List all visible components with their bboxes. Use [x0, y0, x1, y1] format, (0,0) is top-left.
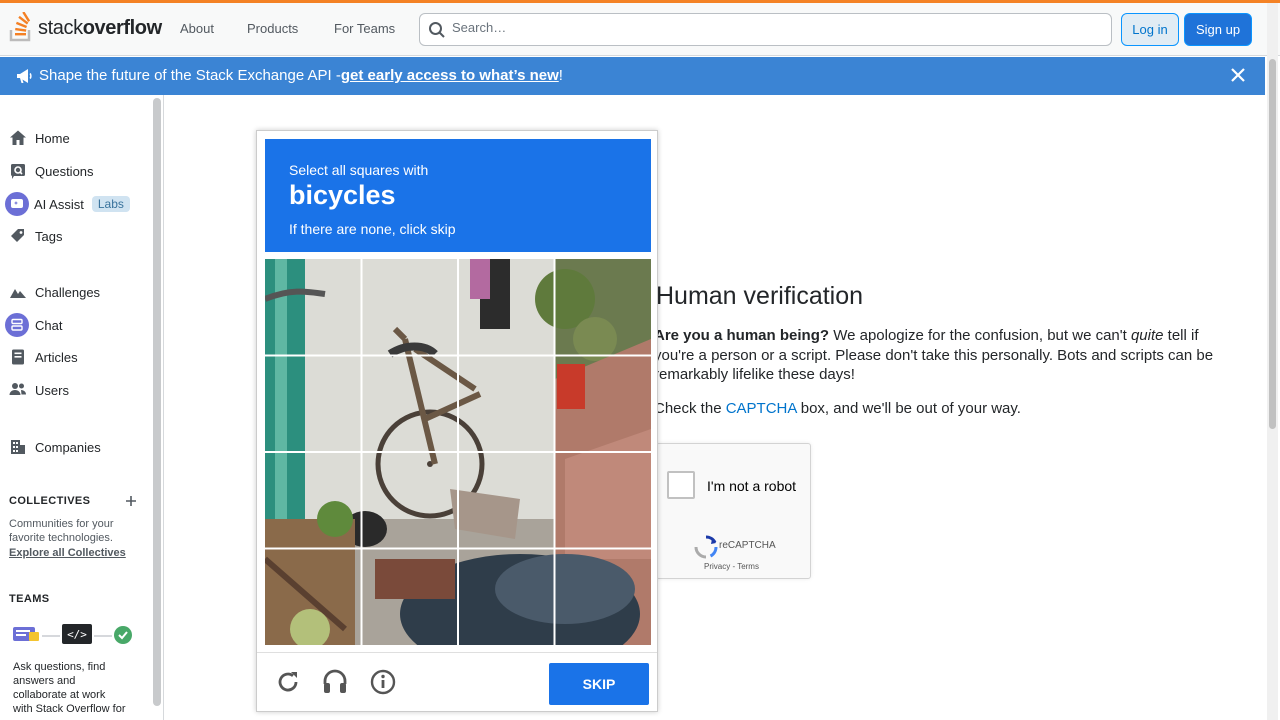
signup-button[interactable]: Sign up: [1184, 13, 1252, 46]
grid-tile[interactable]: [265, 356, 360, 451]
sidebar-item-companies[interactable]: Companies: [9, 438, 101, 456]
verification-explanation: Are you a human being? We apologize for …: [654, 327, 1214, 383]
skip-button[interactable]: SKIP: [549, 663, 649, 705]
collectives-text-2: favorite technologies.: [9, 532, 113, 544]
teams-illustration-icon: </>: [13, 624, 132, 644]
announcement-banner: Shape the future of the Stack Exchange A…: [0, 57, 1265, 95]
page-scrollbar-thumb[interactable]: [1269, 59, 1276, 429]
logo-text: stackoverflow: [38, 16, 162, 39]
captcha-challenge-popup: Select all squares with bicycles If ther…: [256, 130, 658, 712]
search-box[interactable]: [419, 13, 1112, 46]
search-input[interactable]: [452, 20, 1092, 35]
recaptcha-widget: I'm not a robot reCAPTCHA Privacy - Term…: [656, 443, 811, 579]
page-title: Human verification: [656, 282, 864, 310]
explore-collectives-link[interactable]: Explore all Collectives: [9, 546, 126, 560]
companies-icon: [9, 438, 27, 456]
audio-icon[interactable]: [320, 667, 350, 697]
grid-tile[interactable]: [265, 453, 360, 548]
megaphone-icon: [17, 68, 32, 83]
sidebar-item-chat[interactable]: Chat: [5, 313, 62, 337]
sidebar-item-tags[interactable]: Tags: [9, 227, 62, 245]
home-icon: [9, 129, 27, 147]
captcha-link[interactable]: CAPTCHA: [726, 400, 797, 417]
grid-tile[interactable]: [556, 259, 651, 354]
grid-tile[interactable]: [459, 259, 554, 354]
questions-icon: [9, 162, 27, 180]
stackoverflow-logo[interactable]: stackoverflow: [8, 12, 162, 43]
sidebar-item-articles[interactable]: Articles: [9, 348, 78, 366]
sidebar-item-ai-assist[interactable]: AI Assist Labs: [5, 192, 130, 216]
labs-badge: Labs: [91, 196, 130, 212]
articles-icon: [9, 348, 27, 366]
recaptcha-terms[interactable]: Privacy - Terms: [704, 562, 759, 571]
left-sidebar: Home Questions AI Assist Labs Tags Chall…: [0, 95, 164, 720]
grid-tile[interactable]: [556, 453, 651, 548]
challenge-header: Select all squares with bicycles If ther…: [265, 139, 651, 252]
banner-link[interactable]: get early access to what’s new: [341, 67, 559, 84]
banner-suffix: !: [558, 67, 563, 84]
sidebar-item-label: Users: [35, 382, 69, 398]
info-icon[interactable]: [368, 667, 398, 697]
sidebar-item-label: Home: [35, 130, 70, 146]
teams-text-2: answers and: [13, 675, 76, 687]
sidebar-item-label: Chat: [35, 317, 63, 333]
collectives-heading: COLLECTIVES: [9, 495, 91, 507]
sidebar-item-challenges[interactable]: Challenges: [9, 283, 100, 301]
tag-icon: [9, 227, 27, 245]
challenge-line-1: Select all squares with: [289, 162, 429, 178]
nav-products[interactable]: Products: [247, 21, 298, 36]
grid-tile[interactable]: [265, 550, 360, 645]
svg-text:</>: </>: [67, 628, 87, 641]
challenges-icon: [9, 283, 27, 301]
sidebar-item-questions[interactable]: Questions: [9, 162, 94, 180]
nav-about[interactable]: About: [180, 21, 214, 36]
banner-text: Shape the future of the Stack Exchange A…: [39, 67, 341, 84]
challenge-grid: [265, 259, 651, 645]
grid-tile[interactable]: [265, 259, 360, 354]
captcha-instruction: Check the CAPTCHA box, and we'll be out …: [654, 400, 1021, 417]
grid-tile[interactable]: [362, 259, 457, 354]
sidebar-item-label: Questions: [35, 163, 94, 179]
recaptcha-label: I'm not a robot: [707, 478, 797, 494]
grid-tile[interactable]: [362, 356, 457, 451]
chat-icon: [5, 313, 29, 337]
login-button[interactable]: Log in: [1121, 13, 1179, 46]
users-icon: [9, 381, 27, 399]
recaptcha-logo-icon: [694, 535, 718, 559]
challenge-line-3: If there are none, click skip: [289, 221, 456, 237]
teams-heading: TEAMS: [9, 593, 50, 605]
teams-text-1: Ask questions, find: [13, 661, 106, 673]
sidebar-item-label: Articles: [35, 349, 78, 365]
top-bar: stackoverflow About Products For Teams L…: [0, 3, 1280, 56]
close-icon[interactable]: [1230, 67, 1246, 83]
reload-icon[interactable]: [273, 667, 303, 697]
recaptcha-checkbox[interactable]: [667, 471, 695, 499]
sidebar-item-label: Companies: [35, 439, 101, 455]
grid-tile[interactable]: [556, 356, 651, 451]
grid-tile[interactable]: [362, 453, 457, 548]
grid-tile[interactable]: [556, 550, 651, 645]
sidebar-item-users[interactable]: Users: [9, 381, 69, 399]
sidebar-item-label: Challenges: [35, 284, 101, 300]
collectives-text-1: Communities for your: [9, 518, 114, 530]
ai-assist-icon: [5, 192, 29, 216]
teams-text-3: collaborate at work: [13, 689, 106, 701]
grid-tile[interactable]: [362, 550, 457, 645]
stackoverflow-logo-icon: [9, 12, 31, 42]
sidebar-scrollbar[interactable]: [153, 98, 161, 706]
search-icon: [429, 22, 445, 38]
grid-tile[interactable]: [459, 453, 554, 548]
recaptcha-brand: reCAPTCHA: [719, 540, 776, 551]
sidebar-item-label: AI Assist: [34, 196, 84, 212]
grid-tile[interactable]: [459, 356, 554, 451]
nav-for-teams[interactable]: For Teams: [334, 21, 395, 36]
page-scrollbar[interactable]: [1267, 3, 1278, 720]
challenge-footer: SKIP: [257, 652, 657, 712]
teams-text-4: with Stack Overflow for: [13, 703, 126, 715]
plus-icon[interactable]: [125, 495, 137, 507]
grid-tile[interactable]: [459, 550, 554, 645]
sidebar-item-label: Tags: [35, 228, 63, 244]
challenge-target: bicycles: [289, 180, 396, 210]
sidebar-item-home[interactable]: Home: [9, 129, 70, 147]
